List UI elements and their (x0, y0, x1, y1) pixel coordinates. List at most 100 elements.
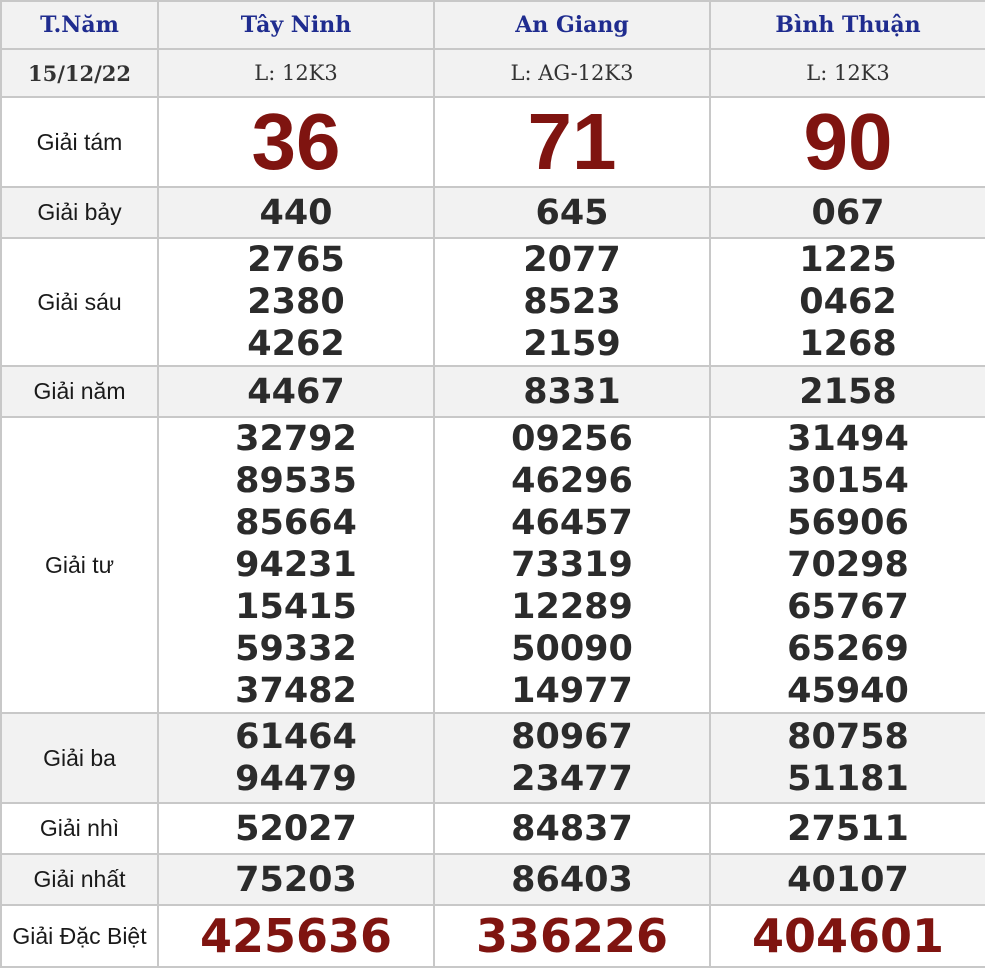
prize-cell: 31494 30154 56906 70298 65767 65269 4594… (709, 416, 985, 714)
prize-cell: 2158 (709, 365, 985, 418)
prize-cell: 80758 51181 (709, 712, 985, 804)
prize-number: 2159 (523, 324, 621, 364)
prize-number: 1268 (799, 324, 897, 364)
lottery-results-table: T.Năm Tây Ninh An Giang Bình Thuận 15/12… (0, 0, 985, 968)
prize-number: 59332 (235, 629, 357, 669)
prize-number: 09256 (511, 419, 633, 459)
prize-cell: 52027 (157, 802, 435, 855)
prize-number: 8331 (523, 371, 621, 412)
prize-number: 75203 (235, 859, 357, 900)
prize-number: 2765 (247, 240, 345, 280)
prize-number: 2380 (247, 282, 345, 322)
ticket-code: L: 12K3 (709, 48, 985, 98)
prize-label: Giải tám (0, 96, 159, 188)
prize-cell: 71 (433, 96, 711, 188)
prize-cell: 75203 (157, 853, 435, 906)
prize-label: Giải nhì (0, 802, 159, 855)
special-prize-number: 404601 (751, 909, 945, 963)
prize-number: 4262 (247, 324, 345, 364)
prize-row-g7: Giải bảy 440 645 067 (0, 186, 985, 239)
prize-label: Giải tư (0, 416, 159, 714)
province-binh-thuan[interactable]: Bình Thuận (709, 0, 985, 50)
prize-number: 50090 (511, 629, 633, 669)
prize-cell: 40107 (709, 853, 985, 906)
prize-cell: 4467 (157, 365, 435, 418)
ticket-code: L: 12K3 (157, 48, 435, 98)
prize-number: 2077 (523, 240, 621, 280)
prize-number: 12289 (511, 587, 633, 627)
prize-number: 14977 (511, 671, 633, 711)
prize-cell: 09256 46296 46457 73319 12289 50090 1497… (433, 416, 711, 714)
prize-number: 94479 (235, 759, 357, 799)
prize-number: 90 (803, 97, 893, 186)
prize-cell: 2765 2380 4262 (157, 237, 435, 367)
prize-number: 61464 (235, 717, 357, 757)
prize-cell: 86403 (433, 853, 711, 906)
prize-number: 067 (811, 192, 885, 233)
ticket-code: L: AG-12K3 (433, 48, 711, 98)
prize-number: 65767 (787, 587, 909, 627)
province-tay-ninh[interactable]: Tây Ninh (157, 0, 435, 50)
prize-cell: 2077 8523 2159 (433, 237, 711, 367)
prize-cell: 067 (709, 186, 985, 239)
prize-number: 94231 (235, 545, 357, 585)
prize-number: 8523 (523, 282, 621, 322)
prize-label: Giải Đặc Biệt (0, 904, 159, 968)
prize-number: 45940 (787, 671, 909, 711)
prize-cell: 61464 94479 (157, 712, 435, 804)
prize-number: 440 (259, 192, 333, 233)
prize-number: 645 (535, 192, 609, 233)
prize-number: 80967 (511, 717, 633, 757)
prize-cell: 440 (157, 186, 435, 239)
prize-number: 70298 (787, 545, 909, 585)
prize-number: 46296 (511, 461, 633, 501)
day-label: T.Năm (0, 0, 159, 50)
prize-number: 1225 (799, 240, 897, 280)
prize-number: 4467 (247, 371, 345, 412)
prize-number: 84837 (511, 808, 633, 849)
prize-row-g2: Giải nhì 52027 84837 27511 (0, 802, 985, 855)
prize-number: 51181 (787, 759, 909, 799)
prize-number: 32792 (235, 419, 357, 459)
prize-number: 37482 (235, 671, 357, 711)
prize-number: 30154 (787, 461, 909, 501)
prize-number: 56906 (787, 503, 909, 543)
prize-cell: 84837 (433, 802, 711, 855)
prize-cell: 27511 (709, 802, 985, 855)
prize-number: 31494 (787, 419, 909, 459)
prize-label: Giải sáu (0, 237, 159, 367)
special-prize-number: 425636 (199, 909, 393, 963)
prize-number: 0462 (799, 282, 897, 322)
prize-number: 27511 (787, 808, 909, 849)
prize-label: Giải bảy (0, 186, 159, 239)
prize-row-g8: Giải tám 36 71 90 (0, 96, 985, 188)
prize-number: 86403 (511, 859, 633, 900)
prize-number: 23477 (511, 759, 633, 799)
prize-row-g3: Giải ba 61464 94479 80967 23477 80758 51… (0, 712, 985, 804)
prize-number: 73319 (511, 545, 633, 585)
prize-cell: 32792 89535 85664 94231 15415 59332 3748… (157, 416, 435, 714)
prize-number: 52027 (235, 808, 357, 849)
prize-number: 80758 (787, 717, 909, 757)
special-prize-number: 336226 (475, 909, 669, 963)
prize-number: 15415 (235, 587, 357, 627)
prize-cell: 36 (157, 96, 435, 188)
prize-row-g4: Giải tư 32792 89535 85664 94231 15415 59… (0, 416, 985, 714)
prize-cell: 425636 (157, 904, 435, 968)
prize-number: 46457 (511, 503, 633, 543)
draw-date: 15/12/22 (0, 48, 159, 98)
prize-cell: 1225 0462 1268 (709, 237, 985, 367)
prize-number: 71 (527, 97, 617, 186)
prize-row-g5: Giải năm 4467 8331 2158 (0, 365, 985, 418)
prize-number: 65269 (787, 629, 909, 669)
prize-label: Giải ba (0, 712, 159, 804)
prize-number: 36 (251, 97, 341, 186)
prize-number: 40107 (787, 859, 909, 900)
prize-row-g6: Giải sáu 2765 2380 4262 2077 8523 2159 1… (0, 237, 985, 367)
prize-label: Giải năm (0, 365, 159, 418)
province-an-giang[interactable]: An Giang (433, 0, 711, 50)
prize-number: 89535 (235, 461, 357, 501)
subheader-row: 15/12/22 L: 12K3 L: AG-12K3 L: 12K3 (0, 48, 985, 98)
prize-cell: 8331 (433, 365, 711, 418)
prize-label: Giải nhất (0, 853, 159, 906)
